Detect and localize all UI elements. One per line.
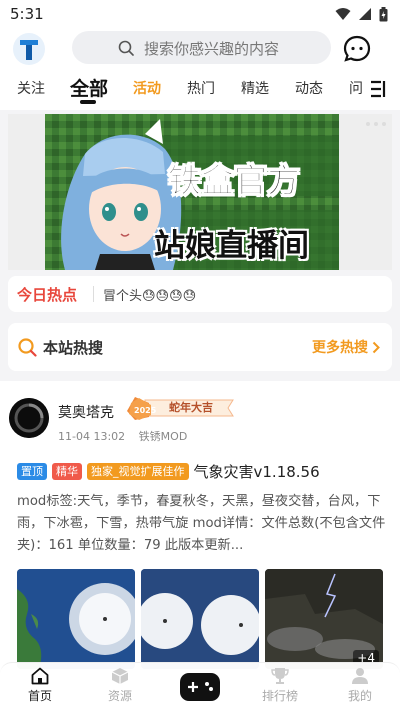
user-badge: 2025 蛇年大吉	[125, 395, 235, 421]
bottom-nav: 首页 资源 排行榜 我的	[0, 662, 400, 711]
banner-title-2: 站娘直播间	[154, 228, 309, 264]
tab-dynamics[interactable]: 动态	[295, 78, 323, 98]
tag-featured: 精华	[52, 463, 82, 480]
status-bar: 5:31	[0, 0, 400, 28]
post-time: 11-04 13:02	[58, 430, 126, 443]
tab-all[interactable]: 全部	[70, 74, 108, 101]
nav-ranking-label: 排行榜	[261, 689, 298, 703]
status-icons	[335, 6, 388, 22]
hot-today-label: 今日热点	[17, 286, 78, 304]
hot-today-bar[interactable]: 今日热点 冒个头😓😓😓😓	[8, 276, 392, 312]
username[interactable]: 莫奥塔克	[58, 402, 114, 422]
home-icon	[31, 667, 49, 685]
tab-follow[interactable]: 关注	[17, 78, 45, 98]
tab-events[interactable]: 活动	[133, 78, 161, 98]
nav-profile[interactable]: 我的	[330, 667, 390, 704]
banner-pagination	[366, 122, 386, 126]
category-tabs: 关注 全部 活动 热门 精选 动态 问	[0, 70, 400, 110]
tab-menu-icon[interactable]	[368, 78, 390, 100]
search-icon	[18, 338, 37, 357]
top-header: 搜索你感兴趣的内容	[0, 28, 400, 70]
search-icon	[118, 40, 134, 56]
gamepad-icon	[188, 682, 213, 692]
search-placeholder: 搜索你感兴趣的内容	[144, 40, 280, 58]
divider	[93, 286, 94, 302]
post-image[interactable]	[17, 569, 135, 669]
status-time: 5:31	[10, 5, 44, 23]
tab-featured[interactable]: 精选	[241, 78, 269, 98]
nav-resources-label: 资源	[107, 689, 132, 703]
site-hot-search: 本站热搜 更多热搜	[8, 323, 392, 371]
nav-profile-label: 我的	[347, 689, 372, 703]
box-icon	[111, 668, 129, 684]
app-logo[interactable]	[12, 32, 46, 66]
nav-ranking[interactable]: 排行榜	[250, 667, 310, 704]
badge-label: 蛇年大吉	[169, 401, 213, 414]
battery-icon	[379, 6, 388, 21]
message-icon[interactable]	[343, 35, 371, 63]
svg-text:2025: 2025	[134, 406, 157, 415]
site-hot-title: 本站热搜	[43, 339, 104, 357]
nav-home-label: 首页	[27, 689, 52, 703]
promo-banner[interactable]: 铁盒官方 站娘直播间	[8, 114, 392, 270]
post-image[interactable]: +4	[265, 569, 383, 669]
hot-today-text: 冒个头😓😓😓😓	[103, 289, 197, 304]
tag-pinned: 置顶	[17, 463, 47, 480]
post-images: +4	[17, 569, 383, 669]
tag-category[interactable]: 独家_视觉扩展佳作	[87, 463, 189, 480]
nav-home[interactable]: 首页	[10, 667, 70, 704]
tab-questions[interactable]: 问	[349, 78, 363, 98]
search-bar[interactable]: 搜索你感兴趣的内容	[72, 31, 331, 64]
tab-popular[interactable]: 热门	[187, 78, 215, 98]
user-icon	[352, 668, 368, 684]
signal-icon	[359, 8, 371, 20]
active-tab-indicator	[80, 100, 96, 104]
more-hot-search-label: 更多热搜	[312, 340, 368, 356]
post-title[interactable]: 气象灾害v1.18.56	[194, 461, 320, 482]
post-body: mod标签:天气，季节，春夏秋冬，天黑，昼夜交替，台风，下雨，下冰雹，下雪，热带…	[17, 494, 386, 553]
chevron-right-icon	[372, 341, 380, 353]
post-image[interactable]	[141, 569, 259, 669]
more-hot-search-link[interactable]: 更多热搜	[312, 337, 380, 357]
nav-game-center[interactable]	[180, 673, 220, 701]
nav-resources[interactable]: 资源	[90, 667, 150, 704]
post-tags: 置顶 精华 独家_视觉扩展佳作 气象灾害v1.18.56	[17, 461, 320, 482]
banner-title-1: 铁盒官方	[168, 161, 301, 201]
post-meta: 11-04 13:02 铁锈MOD	[58, 428, 187, 444]
post-source[interactable]: 铁锈MOD	[139, 430, 188, 443]
trophy-icon	[271, 668, 289, 684]
wifi-icon	[335, 8, 351, 20]
avatar[interactable]	[9, 398, 49, 438]
